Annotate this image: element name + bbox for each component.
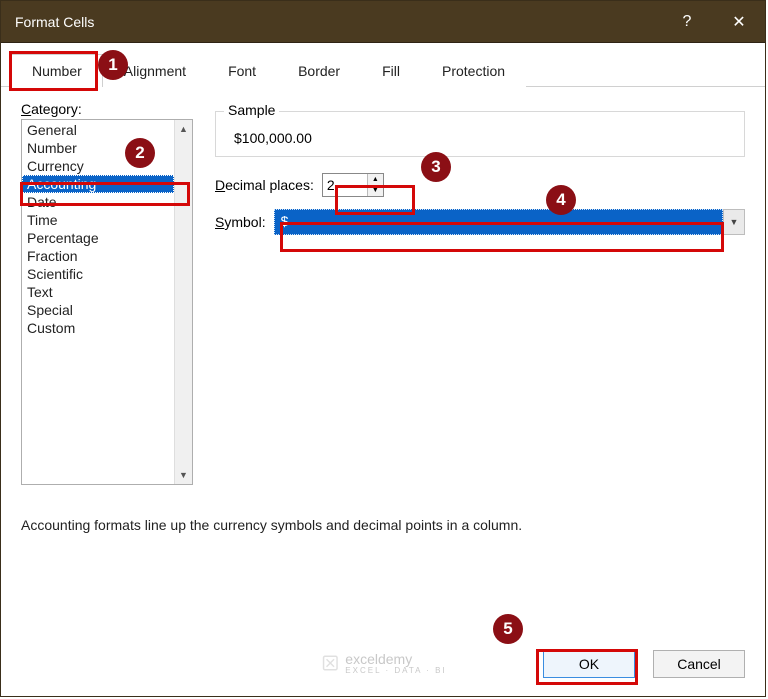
category-item-accounting[interactable]: Accounting <box>22 175 174 193</box>
sample-group: Sample $100,000.00 <box>215 111 745 157</box>
symbol-label: Symbol: <box>215 214 266 230</box>
close-button[interactable]: ✕ <box>713 1 765 42</box>
spinner-down-icon[interactable]: ▼ <box>368 186 383 197</box>
category-listbox[interactable]: General Number Currency Accounting Date … <box>21 119 193 485</box>
category-item-text[interactable]: Text <box>22 283 174 301</box>
window-controls: ? ✕ <box>661 1 765 42</box>
symbol-row: Symbol: $ ▼ <box>215 209 745 235</box>
tab-font[interactable]: Font <box>207 54 277 87</box>
category-item-fraction[interactable]: Fraction <box>22 247 174 265</box>
symbol-value: $ <box>274 209 723 235</box>
ok-button[interactable]: OK <box>543 650 635 678</box>
tab-alignment[interactable]: Alignment <box>103 54 207 87</box>
format-description: Accounting formats line up the currency … <box>21 517 745 533</box>
category-item-special[interactable]: Special <box>22 301 174 319</box>
titlebar: Format Cells ? ✕ <box>1 1 765 43</box>
symbol-dropdown[interactable]: $ ▼ <box>274 209 745 235</box>
window-title: Format Cells <box>15 14 661 30</box>
category-item-number[interactable]: Number <box>22 139 174 157</box>
category-item-currency[interactable]: Currency <box>22 157 174 175</box>
category-item-percentage[interactable]: Percentage <box>22 229 174 247</box>
decimal-places-input[interactable] <box>323 174 367 196</box>
listbox-scrollbar[interactable]: ▲ ▼ <box>174 120 192 484</box>
tab-protection[interactable]: Protection <box>421 54 526 87</box>
category-item-date[interactable]: Date <box>22 193 174 211</box>
tab-border[interactable]: Border <box>277 54 361 87</box>
chevron-down-icon[interactable]: ▼ <box>723 209 745 235</box>
decimal-places-row: Decimal places: ▲ ▼ <box>215 173 745 197</box>
format-cells-dialog: Format Cells ? ✕ Number Alignment Font B… <box>0 0 766 697</box>
tab-content: Category: General Number Currency Accoun… <box>1 87 765 634</box>
tabstrip: Number Alignment Font Border Fill Protec… <box>1 43 765 87</box>
dialog-buttons: OK Cancel <box>1 634 765 696</box>
spinner-up-icon[interactable]: ▲ <box>368 174 383 186</box>
decimal-places-spinner[interactable]: ▲ ▼ <box>322 173 384 197</box>
sample-legend: Sample <box>224 102 279 118</box>
category-item-time[interactable]: Time <box>22 211 174 229</box>
tab-number[interactable]: Number <box>11 54 103 87</box>
category-label: Category: <box>21 101 193 117</box>
help-button[interactable]: ? <box>661 1 713 42</box>
decimal-places-label: Decimal places: <box>215 177 314 193</box>
scroll-down-icon[interactable]: ▼ <box>179 466 188 484</box>
scroll-up-icon[interactable]: ▲ <box>179 120 188 138</box>
category-item-scientific[interactable]: Scientific <box>22 265 174 283</box>
category-item-custom[interactable]: Custom <box>22 319 174 337</box>
sample-value: $100,000.00 <box>228 130 732 146</box>
tab-fill[interactable]: Fill <box>361 54 421 87</box>
cancel-button[interactable]: Cancel <box>653 650 745 678</box>
category-item-general[interactable]: General <box>22 121 174 139</box>
